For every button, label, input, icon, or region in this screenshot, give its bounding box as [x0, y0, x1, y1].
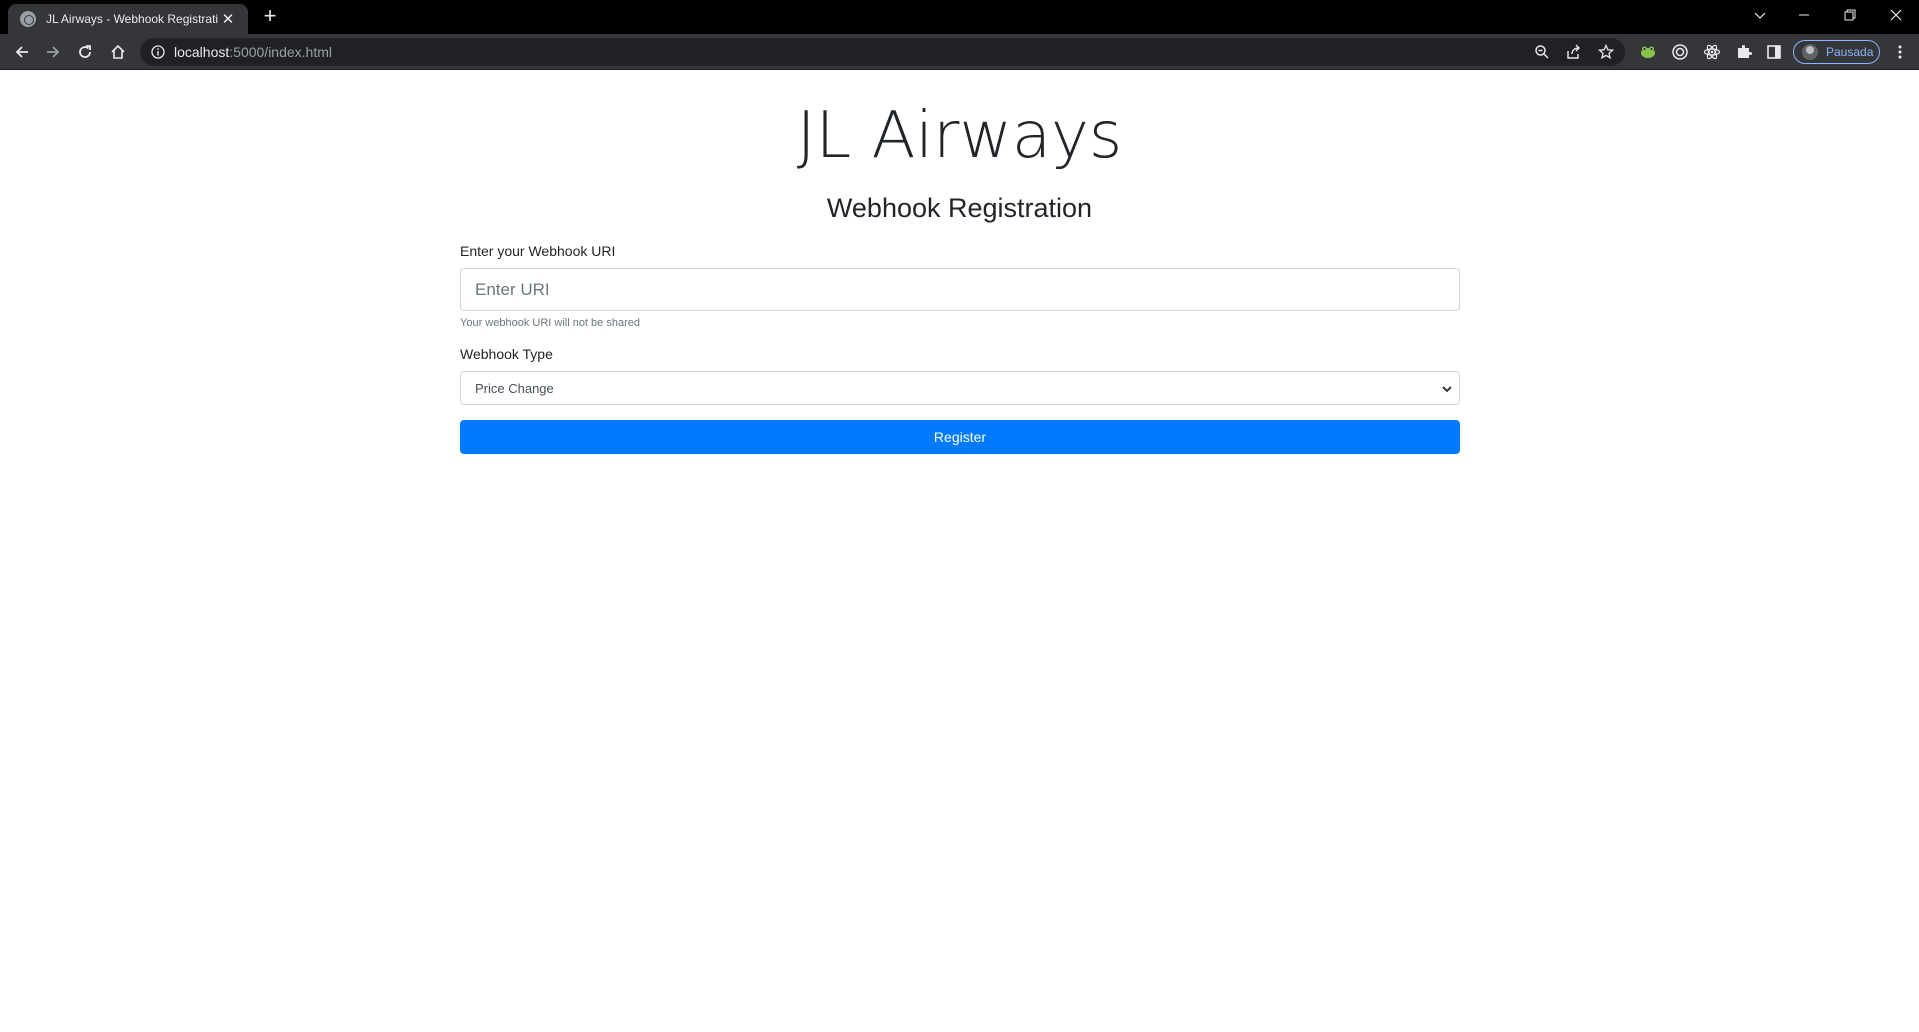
- brand-title: JL Airways: [796, 99, 1123, 173]
- tab-strip: JL Airways - Webhook Registration ✕ +: [0, 0, 1919, 34]
- zoom-icon[interactable]: [1532, 42, 1552, 62]
- browser-toolbar: localhost:5000/index.html Pausada: [0, 34, 1919, 70]
- puzzle-icon[interactable]: [1734, 42, 1754, 62]
- url-text: localhost:5000/index.html: [174, 44, 332, 60]
- webhook-type-select[interactable]: Price Change: [460, 371, 1460, 405]
- minimize-icon[interactable]: [1781, 0, 1827, 30]
- close-window-icon[interactable]: [1873, 0, 1919, 30]
- register-button[interactable]: Register: [460, 420, 1460, 454]
- address-bar[interactable]: localhost:5000/index.html: [140, 38, 1625, 66]
- reload-icon[interactable]: [71, 38, 99, 66]
- restore-icon[interactable]: [1827, 0, 1873, 30]
- tab-title: JL Airways - Webhook Registration: [46, 12, 218, 26]
- plus-icon[interactable]: +: [258, 5, 282, 29]
- share-icon[interactable]: [1564, 42, 1584, 62]
- uri-input[interactable]: [460, 268, 1460, 311]
- select-value: Price Change: [475, 381, 554, 396]
- page-title: Webhook Registration: [826, 193, 1093, 223]
- type-label: Webhook Type: [460, 346, 553, 362]
- sidepanel-icon[interactable]: [1764, 42, 1784, 62]
- forward-icon[interactable]: [39, 38, 67, 66]
- webhook-form: Enter your Webhook URI Your webhook URI …: [460, 243, 1460, 454]
- profile-label: Pausada: [1826, 45, 1874, 59]
- chevron-down-icon[interactable]: [1737, 0, 1783, 30]
- info-icon[interactable]: [150, 44, 166, 60]
- close-icon[interactable]: ✕: [218, 10, 238, 28]
- menu-icon[interactable]: [1890, 42, 1910, 62]
- profile-button[interactable]: Pausada: [1793, 40, 1880, 64]
- react-extension-icon[interactable]: [1702, 42, 1722, 62]
- back-icon[interactable]: [8, 38, 36, 66]
- globe-icon: [20, 11, 36, 27]
- avatar: [1802, 44, 1818, 60]
- uri-help-text: Your webhook URI will not be shared: [460, 317, 640, 329]
- uri-label: Enter your Webhook URI: [460, 243, 616, 259]
- chevron-down-icon: [1441, 382, 1453, 394]
- home-icon[interactable]: [104, 38, 132, 66]
- target-extension-icon[interactable]: [1670, 42, 1690, 62]
- frog-extension-icon[interactable]: [1638, 42, 1658, 62]
- star-icon[interactable]: [1596, 42, 1616, 62]
- browser-tab[interactable]: JL Airways - Webhook Registration ✕: [8, 4, 248, 34]
- page-content: JL Airways Webhook Registration Enter yo…: [0, 71, 1919, 1032]
